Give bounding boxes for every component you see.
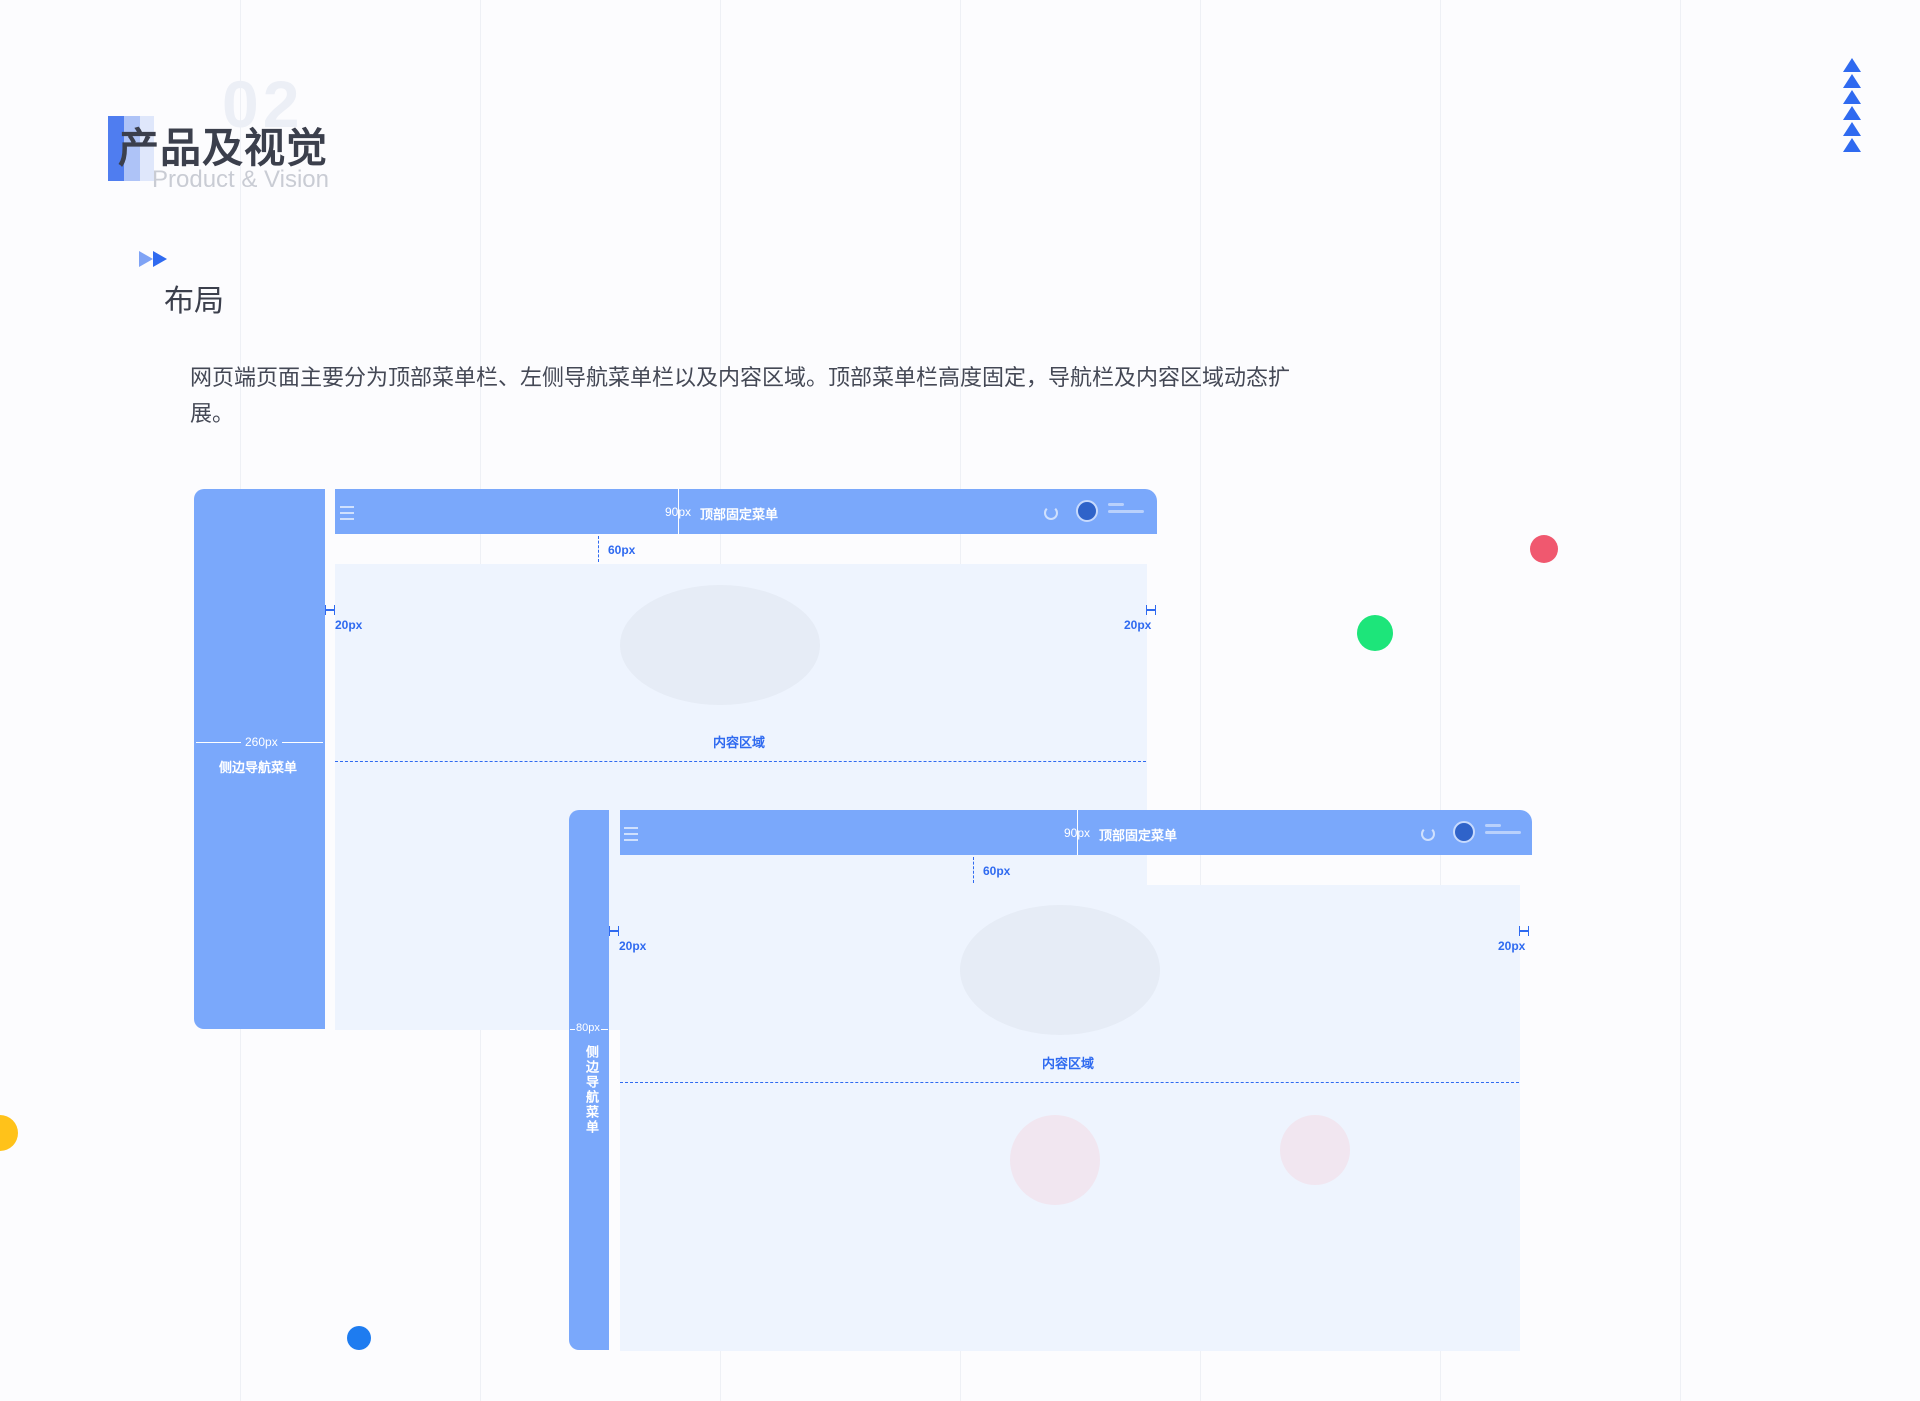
content-placeholder <box>960 905 1160 1035</box>
gap-marker <box>598 536 599 562</box>
user-info <box>1485 824 1521 838</box>
top-menu-label: 顶部固定菜单 <box>1099 829 1178 844</box>
content-placeholder <box>1280 1115 1350 1185</box>
side-menu-label: 侧边导航菜单 <box>583 1045 598 1135</box>
left-padding-marker <box>609 926 619 936</box>
right-padding-label: 20px <box>1498 939 1526 953</box>
triangle-stack-icon <box>1843 58 1861 154</box>
decorative-dot <box>1530 535 1558 563</box>
content-width-marker <box>335 761 1146 762</box>
section-description: 网页端页面主要分为顶部菜单栏、左侧导航菜单栏以及内容区域。顶部菜单栏高度固定，导… <box>190 366 1291 427</box>
content-placeholder <box>1010 1115 1100 1205</box>
avatar <box>1453 821 1475 843</box>
side-menu-label: 侧边导航菜单 <box>219 761 298 776</box>
decorative-dot <box>0 1115 18 1151</box>
double-play-icon <box>139 251 167 272</box>
decorative-dot <box>1357 615 1393 651</box>
gap-label: 60px <box>983 864 1011 878</box>
content-placeholder <box>620 585 820 705</box>
gap-marker <box>973 857 974 883</box>
left-padding-label: 20px <box>619 939 647 953</box>
menu-icon <box>340 506 354 520</box>
right-padding-marker <box>1519 926 1529 936</box>
refresh-icon <box>1421 827 1435 841</box>
right-padding-marker <box>1146 605 1156 615</box>
refresh-icon <box>1044 506 1058 520</box>
left-padding-label: 20px <box>335 618 363 632</box>
left-padding-marker <box>325 605 335 615</box>
user-info <box>1108 503 1144 517</box>
content-label: 内容区域 <box>713 736 766 751</box>
menu-icon <box>624 827 638 841</box>
avatar <box>1076 500 1098 522</box>
right-padding-label: 20px <box>1124 618 1152 632</box>
decorative-dot <box>347 1326 371 1350</box>
side-width-label: 80px <box>575 1022 601 1034</box>
top-height-label: 90px <box>1064 826 1091 840</box>
gap-label: 60px <box>608 543 636 557</box>
page-title: 产品及视觉 <box>118 124 328 172</box>
page-subtitle: Product & Vision <box>152 166 329 193</box>
top-menu-label: 顶部固定菜单 <box>700 508 779 523</box>
grid-line <box>1680 0 1681 1401</box>
section-title: 布局 <box>164 284 224 319</box>
content-width-marker <box>620 1082 1519 1083</box>
side-width-label: 260px <box>241 735 282 749</box>
top-height-label: 90px <box>665 505 692 519</box>
content-label: 内容区域 <box>1042 1057 1095 1072</box>
